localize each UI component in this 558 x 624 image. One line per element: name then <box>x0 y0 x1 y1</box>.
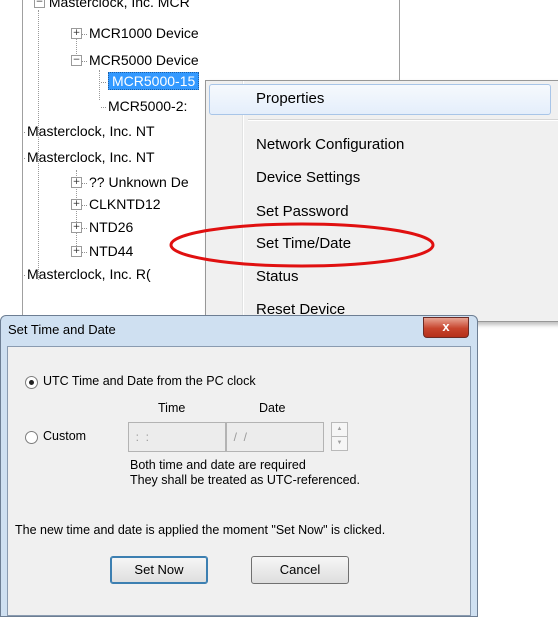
date-header: Date <box>259 401 286 415</box>
tree-node-masterclock-mcr[interactable]: − Masterclock, Inc. MCR <box>34 0 190 12</box>
menu-item-device-settings[interactable]: Device Settings <box>256 166 360 190</box>
tree-connector <box>23 131 25 133</box>
dialog-body: UTC Time and Date from the PC clock Time… <box>7 346 471 616</box>
note-line-1: Both time and date are required <box>130 458 306 472</box>
date-input[interactable]: / / <box>226 422 324 452</box>
date-time-spinner[interactable]: ▲ ▼ <box>331 422 348 451</box>
expand-icon[interactable]: + <box>71 27 82 39</box>
tree-node-label: NTD44 <box>89 243 134 259</box>
tree-connector <box>82 33 87 35</box>
tree-node-unknown[interactable]: + ?? Unknown De <box>71 172 189 192</box>
tree-node-masterclock-nt-2[interactable]: −Masterclock, Inc. NT <box>23 147 155 167</box>
close-button[interactable]: x <box>423 317 469 338</box>
tree-guide-line <box>38 10 39 280</box>
tree-connector <box>23 274 25 276</box>
collapse-icon[interactable]: − <box>71 54 82 66</box>
tree-connector <box>82 182 87 184</box>
utc-option-label[interactable]: UTC Time and Date from the PC clock <box>43 374 256 388</box>
tree-node-label: MCR1000 Device <box>89 25 199 41</box>
tree-node-label: Masterclock, Inc. R( <box>27 266 151 282</box>
tree-node-label: Masterclock, Inc. NT <box>27 149 155 165</box>
cancel-button[interactable]: Cancel <box>251 556 349 584</box>
tree-node-label: Masterclock, Inc. NT <box>27 123 155 139</box>
tree-connector <box>101 81 106 83</box>
tree-node-label-selected: MCR5000-15 <box>108 72 200 90</box>
tree-connector <box>82 60 87 62</box>
tree-connector <box>82 204 87 206</box>
note-line-2: They shall be treated as UTC-referenced. <box>130 473 360 487</box>
time-input[interactable]: : : <box>128 422 226 452</box>
set-now-button[interactable]: Set Now <box>110 556 208 584</box>
spin-up-icon[interactable]: ▲ <box>331 422 348 437</box>
menu-item-network-configuration[interactable]: Network Configuration <box>256 133 404 157</box>
tree-connector <box>23 157 25 159</box>
tree-node-mcr5000-15[interactable]: MCR5000-15 <box>101 71 200 91</box>
tree-node-label: NTD26 <box>89 219 134 235</box>
tree-node-ntd26[interactable]: + NTD26 <box>71 217 133 237</box>
tree-node-masterclock-r[interactable]: +Masterclock, Inc. R( <box>23 264 151 284</box>
menu-item-set-password[interactable]: Set Password <box>256 200 349 224</box>
dialog-title: Set Time and Date <box>8 322 116 337</box>
set-time-date-dialog: Set Time and Date x UTC Time and Date fr… <box>0 315 478 617</box>
menu-separator <box>248 119 558 121</box>
tree-node-ntd44[interactable]: + NTD44 <box>71 241 133 261</box>
collapse-icon[interactable]: − <box>34 0 45 8</box>
custom-option-label[interactable]: Custom <box>43 429 86 443</box>
menu-icon-gutter <box>242 81 244 321</box>
utc-radio-button[interactable] <box>25 376 38 389</box>
expand-icon[interactable]: + <box>71 245 82 257</box>
tree-node-label: MCR5000-2: <box>108 98 188 114</box>
time-header: Time <box>158 401 186 415</box>
custom-radio-button[interactable] <box>25 431 38 444</box>
tree-node-mcr5000[interactable]: − MCR5000 Device <box>71 50 199 70</box>
context-menu: Properties Network Configuration Device … <box>205 80 558 322</box>
tree-connector <box>82 227 87 229</box>
tree-node-label: MCR5000 Device <box>89 52 199 68</box>
tree-node-mcr5000-2[interactable]: MCR5000-2: <box>101 96 187 116</box>
expand-icon[interactable]: + <box>71 221 82 233</box>
tree-guide-line <box>99 70 100 100</box>
expand-icon[interactable]: + <box>71 198 82 210</box>
tree-node-masterclock-nt-1[interactable]: +Masterclock, Inc. NT <box>23 121 155 141</box>
tree-connector <box>82 251 87 253</box>
tree-node-label: ?? Unknown De <box>89 174 189 190</box>
tree-node-label: CLKNTD12 <box>89 196 161 212</box>
expand-icon[interactable]: + <box>71 176 82 188</box>
menu-item-properties[interactable]: Properties <box>256 87 324 111</box>
spin-down-icon[interactable]: ▼ <box>331 436 348 451</box>
tree-node-clkntd12[interactable]: + CLKNTD12 <box>71 194 161 214</box>
menu-item-set-time-date[interactable]: Set Time/Date <box>256 232 351 256</box>
tree-connector <box>101 106 106 108</box>
info-text: The new time and date is applied the mom… <box>15 523 386 537</box>
tree-node-label: Masterclock, Inc. MCR <box>48 0 190 10</box>
menu-item-status[interactable]: Status <box>256 265 299 289</box>
tree-node-mcr1000[interactable]: + MCR1000 Device <box>71 23 199 43</box>
